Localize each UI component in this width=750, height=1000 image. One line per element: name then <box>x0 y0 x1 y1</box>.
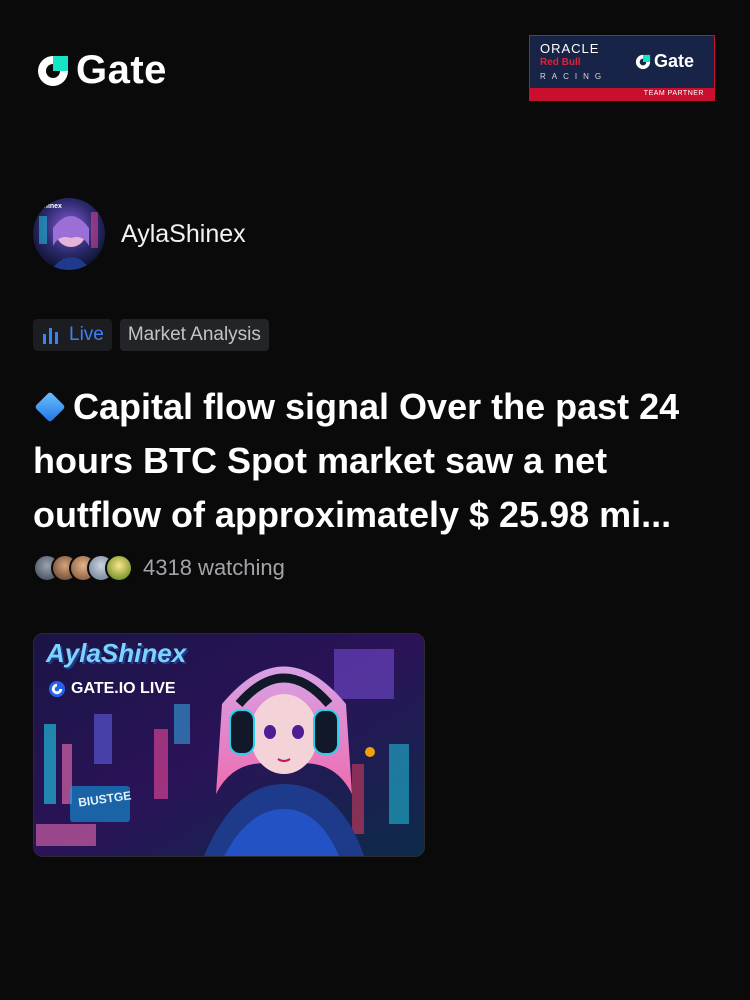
headline-text: Capital flow signal Over the past 24 hou… <box>33 386 680 535</box>
watchers-row: 4318 watching <box>33 554 285 582</box>
live-label: Live <box>69 324 104 345</box>
redbull-text: Red Bull <box>540 57 581 68</box>
avatar[interactable]: Shinex <box>33 198 105 270</box>
streamer-profile[interactable]: Shinex AylaShinex <box>33 198 246 270</box>
username[interactable]: AylaShinex <box>121 220 246 249</box>
team-partner-banner[interactable]: ORACLE Red Bull RACING Gate TEAM PARTNER <box>529 35 715 101</box>
gate-logo-icon <box>48 680 66 698</box>
watching-count: 4318 watching <box>143 555 285 580</box>
partner-gate-text: Gate <box>654 51 695 71</box>
gate-logo-icon <box>38 55 68 86</box>
watcher-avatar <box>105 554 133 582</box>
stream-thumbnail[interactable]: AylaShinex GATE.IO LIVE BIUSTGE <box>33 633 425 857</box>
partner-gate-logo: Gate <box>634 51 694 72</box>
thumbnail-badge: GATE.IO LIVE <box>48 680 176 698</box>
category-tag[interactable]: Market Analysis <box>119 319 269 351</box>
gate-logo-icon <box>635 54 651 69</box>
watcher-avatars <box>33 554 133 582</box>
team-partner-strip: TEAM PARTNER <box>530 88 714 100</box>
oracle-text: ORACLE <box>540 41 600 56</box>
live-badge[interactable]: Live <box>33 319 112 351</box>
thumbnail-title: AylaShinex <box>46 638 187 668</box>
gate-logo[interactable]: Gate <box>34 48 167 93</box>
bar-chart-icon <box>43 328 58 344</box>
thumbnail-badge-text: GATE.IO LIVE <box>71 680 176 697</box>
blue-diamond-icon <box>34 391 66 424</box>
post-headline[interactable]: Capital flow signal Over the past 24 hou… <box>33 380 723 542</box>
racing-text: RACING <box>540 72 608 81</box>
gate-logo-text: Gate <box>76 48 167 92</box>
tag-row: Live Market Analysis <box>33 319 269 351</box>
avatar-text: Shinex <box>39 203 62 210</box>
